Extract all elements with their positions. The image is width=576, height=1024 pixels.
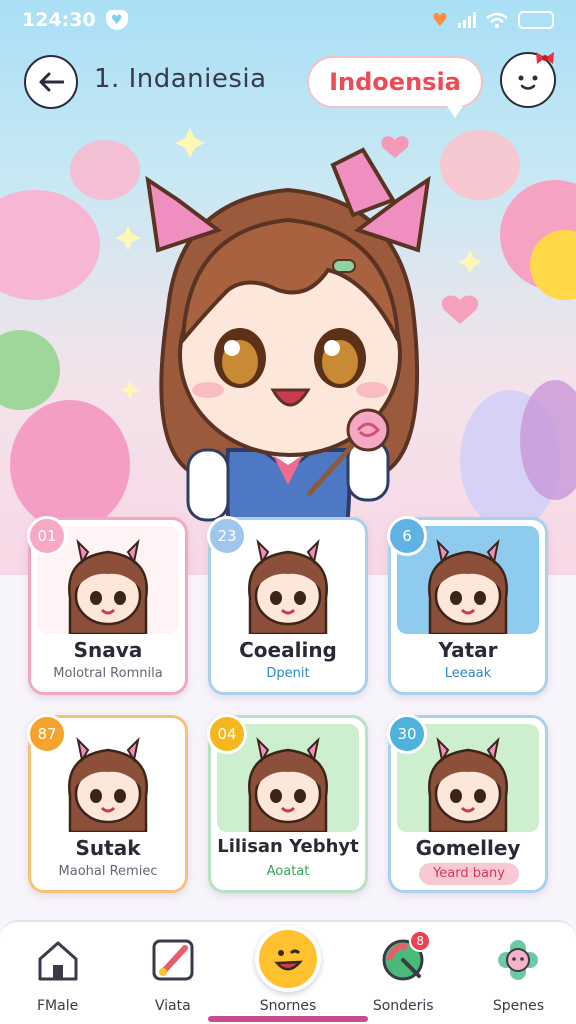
palette-icon: 8	[379, 930, 432, 984]
clock: 124:30	[22, 9, 96, 31]
status-bar: 124:30 ♥ ♥	[0, 0, 576, 40]
card-subtitle-pill: Yeard bany	[419, 863, 519, 885]
character-card[interactable]: 6 Yatar Leeaak	[387, 516, 548, 695]
character-portrait	[428, 538, 508, 634]
character-card[interactable]: 01 Snava Molotral Romnila	[27, 516, 188, 695]
nav-item-spenes[interactable]: Spenes	[461, 922, 576, 1024]
card-subtitle: Dpenit	[266, 666, 310, 681]
character-card[interactable]: 30 Gomelley Yeard bany	[387, 714, 548, 893]
card-name: Sutak	[75, 836, 141, 860]
character-card[interactable]: 23 Coealing Dpenit	[207, 516, 368, 695]
nav-item-home[interactable]: FMale	[0, 922, 115, 1024]
smiley-face-icon	[518, 75, 538, 90]
character-portrait	[68, 736, 148, 832]
card-subtitle: Maohal Remiec	[58, 864, 158, 879]
card-number-badge: 04	[207, 714, 247, 754]
card-subtitle: Leeaak	[444, 666, 492, 681]
nav-item-viata[interactable]: Viata	[115, 922, 230, 1024]
page-title: 1. Indaniesia	[94, 64, 267, 94]
nav-label: Snornes	[259, 998, 317, 1014]
character-card[interactable]: 04 Lilisan Yebhyt Aoatat	[207, 714, 368, 893]
card-subtitle: Molotral Romnila	[53, 666, 163, 681]
character-portrait	[68, 538, 148, 634]
card-number-badge: 23	[207, 516, 247, 556]
shield-heart-icon: ♥	[105, 10, 128, 30]
card-name: Lilisan Yebhyt	[217, 836, 359, 857]
paint-brush-icon	[149, 936, 197, 984]
smiley-icon	[255, 926, 321, 992]
home-indicator	[208, 1016, 368, 1022]
card-number-badge: 87	[27, 714, 67, 754]
signal-icon	[458, 12, 476, 28]
notification-badge: 8	[409, 930, 432, 952]
nav-label: Sonderis	[372, 998, 434, 1014]
character-card[interactable]: 87 Sutak Maohal Remiec	[27, 714, 188, 893]
home-icon	[34, 936, 82, 984]
card-name: Snava	[73, 638, 143, 662]
card-number-badge: 6	[387, 516, 427, 556]
hero-banner: 124:30 ♥ ♥ 1. Indaniesia Indoensia	[0, 0, 576, 575]
nav-item-snornes[interactable]: Snornes	[230, 922, 345, 1024]
card-number-badge: 01	[27, 516, 67, 556]
battery-icon	[518, 11, 554, 29]
arrow-left-icon	[39, 72, 64, 92]
card-number-badge: 30	[387, 714, 427, 754]
profile-avatar-button[interactable]	[500, 52, 556, 108]
notification-heart-icon: ♥	[431, 9, 448, 31]
character-portrait	[428, 736, 508, 832]
card-name: Gomelley	[415, 836, 521, 860]
flower-face-icon	[494, 936, 542, 984]
wifi-icon	[486, 12, 508, 28]
character-portrait	[248, 736, 328, 832]
country-speech-bubble[interactable]: Indoensia	[307, 56, 483, 118]
nav-label: FMale	[36, 998, 79, 1014]
card-name: Yatar	[438, 638, 498, 662]
nav-label: Spenes	[492, 998, 544, 1014]
character-card-grid: 01 Snava Molotral Romnila 23 Coealing Dp…	[0, 505, 576, 915]
character-portrait	[248, 538, 328, 634]
nav-label: Viata	[154, 998, 191, 1014]
card-name: Coealing	[239, 638, 337, 662]
bow-icon	[536, 52, 554, 64]
bottom-navigation: FMale Viata Snornes 8 Sonderis Spenes	[0, 920, 576, 1024]
back-button[interactable]	[24, 55, 78, 109]
card-subtitle: Aoatat	[266, 864, 310, 879]
nav-item-sonderis[interactable]: 8 Sonderis	[346, 922, 461, 1024]
